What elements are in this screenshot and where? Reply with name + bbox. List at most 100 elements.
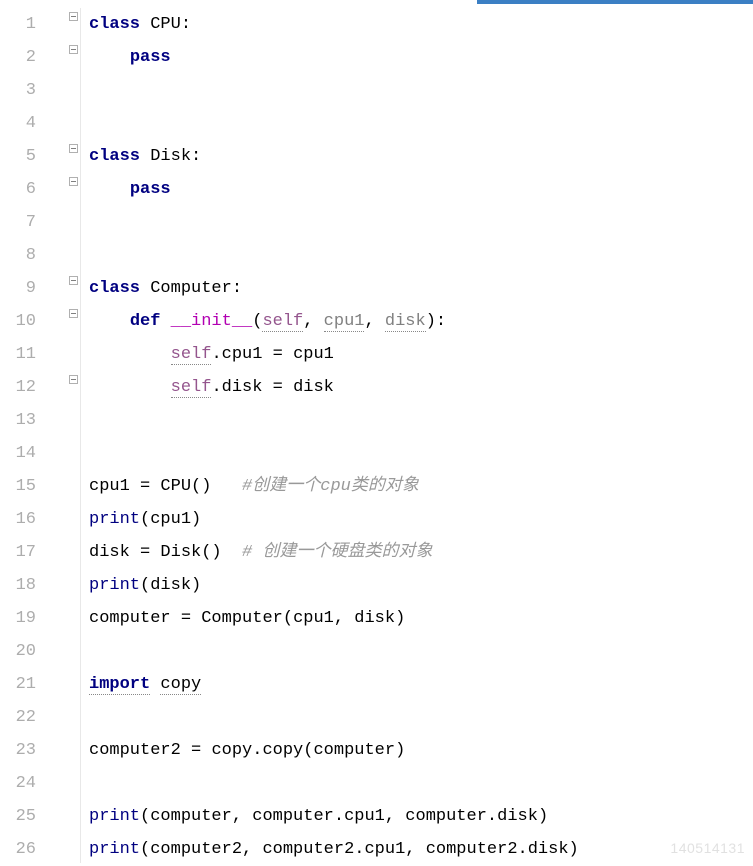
- line-number[interactable]: 19: [0, 602, 50, 635]
- code-area[interactable]: class CPU: pass class Disk: pass class C…: [81, 8, 753, 863]
- argument: disk: [354, 609, 395, 628]
- line-number[interactable]: 22: [0, 701, 50, 734]
- code-line[interactable]: [89, 767, 753, 800]
- code-line[interactable]: [89, 701, 753, 734]
- function-ref: copy: [262, 741, 303, 760]
- dot: .: [252, 741, 262, 760]
- equals: =: [262, 345, 293, 364]
- code-line[interactable]: cpu1 = CPU() #创建一个cpu类的对象: [89, 470, 753, 503]
- variable: computer: [89, 609, 171, 628]
- line-number[interactable]: 5: [0, 140, 50, 173]
- code-line[interactable]: print(cpu1): [89, 503, 753, 536]
- code-line[interactable]: self.cpu1 = cpu1: [89, 338, 753, 371]
- comma: ,: [364, 312, 384, 331]
- fold-toggle-icon[interactable]: [69, 276, 78, 285]
- argument: disk: [150, 576, 191, 595]
- class-name: CPU: [150, 15, 181, 34]
- line-number[interactable]: 7: [0, 206, 50, 239]
- code-line[interactable]: computer2 = copy.copy(computer): [89, 734, 753, 767]
- fold-gutter[interactable]: [51, 8, 81, 863]
- code-line[interactable]: print(disk): [89, 569, 753, 602]
- class-ref: Computer: [201, 609, 283, 628]
- line-number[interactable]: 4: [0, 107, 50, 140]
- spacing: [150, 675, 160, 694]
- fold-toggle-icon[interactable]: [69, 12, 78, 21]
- dot: .: [518, 840, 528, 859]
- line-number[interactable]: 6: [0, 173, 50, 206]
- line-number[interactable]: 1: [0, 8, 50, 41]
- code-line[interactable]: import copy: [89, 668, 753, 701]
- obj-ref: computer2: [426, 840, 518, 859]
- line-number[interactable]: 11: [0, 338, 50, 371]
- line-number[interactable]: 16: [0, 503, 50, 536]
- builtin-print: print: [89, 510, 140, 529]
- keyword-pass: pass: [130, 48, 171, 67]
- line-number[interactable]: 8: [0, 239, 50, 272]
- line-number[interactable]: 13: [0, 404, 50, 437]
- code-line[interactable]: disk = Disk() # 创建一个硬盘类的对象: [89, 536, 753, 569]
- fold-toggle-icon[interactable]: [69, 45, 78, 54]
- top-progress-bar: [477, 0, 753, 4]
- code-line[interactable]: class Computer:: [89, 272, 753, 305]
- line-number[interactable]: 26: [0, 833, 50, 866]
- code-line[interactable]: [89, 635, 753, 668]
- line-number[interactable]: 14: [0, 437, 50, 470]
- line-number[interactable]: 23: [0, 734, 50, 767]
- variable: computer2: [89, 741, 181, 760]
- line-number[interactable]: 25: [0, 800, 50, 833]
- code-line[interactable]: class Disk:: [89, 140, 753, 173]
- code-line[interactable]: [89, 404, 753, 437]
- class-name: Disk: [150, 147, 191, 166]
- colon: :: [191, 147, 201, 166]
- comment: # 创建一个硬盘类的对象: [242, 543, 432, 562]
- comma: ,: [303, 312, 323, 331]
- line-number[interactable]: 12: [0, 371, 50, 404]
- line-number[interactable]: 10: [0, 305, 50, 338]
- code-line[interactable]: pass: [89, 173, 753, 206]
- code-line[interactable]: [89, 239, 753, 272]
- line-number[interactable]: 2: [0, 41, 50, 74]
- class-ref: Disk: [160, 543, 201, 562]
- builtin-print: print: [89, 576, 140, 595]
- dot: .: [487, 807, 497, 826]
- line-number[interactable]: 24: [0, 767, 50, 800]
- code-line[interactable]: [89, 107, 753, 140]
- argument: computer: [150, 807, 232, 826]
- fold-toggle-icon[interactable]: [69, 375, 78, 384]
- line-number-gutter[interactable]: 1 2 3 4 5 6 7 8 9 10 11 12 13 14 15 16 1…: [0, 8, 51, 863]
- code-line[interactable]: class CPU:: [89, 8, 753, 41]
- code-line[interactable]: [89, 206, 753, 239]
- line-number[interactable]: 17: [0, 536, 50, 569]
- code-line[interactable]: print(computer2, computer2.cpu1, compute…: [89, 833, 753, 866]
- line-number[interactable]: 21: [0, 668, 50, 701]
- fold-toggle-icon[interactable]: [69, 177, 78, 186]
- line-number[interactable]: 9: [0, 272, 50, 305]
- rparen: ): [191, 510, 201, 529]
- line-number[interactable]: 18: [0, 569, 50, 602]
- code-line[interactable]: [89, 437, 753, 470]
- code-line[interactable]: computer = Computer(cpu1, disk): [89, 602, 753, 635]
- self-reference: self: [171, 345, 212, 365]
- indent: [89, 312, 130, 331]
- line-number[interactable]: 15: [0, 470, 50, 503]
- self-reference: self: [171, 378, 212, 398]
- fold-toggle-icon[interactable]: [69, 144, 78, 153]
- comma: ,: [405, 840, 425, 859]
- param: cpu1: [324, 312, 365, 332]
- dot: .: [334, 807, 344, 826]
- code-line[interactable]: print(computer, computer.cpu1, computer.…: [89, 800, 753, 833]
- code-line[interactable]: pass: [89, 41, 753, 74]
- code-line[interactable]: [89, 74, 753, 107]
- lparen: (: [252, 312, 262, 331]
- keyword-class: class: [89, 15, 140, 34]
- code-line[interactable]: def __init__(self, cpu1, disk):: [89, 305, 753, 338]
- code-line[interactable]: self.disk = disk: [89, 371, 753, 404]
- line-number[interactable]: 3: [0, 74, 50, 107]
- dot: .: [211, 345, 221, 364]
- variable: cpu1: [293, 345, 334, 364]
- line-number[interactable]: 20: [0, 635, 50, 668]
- fold-toggle-icon[interactable]: [69, 309, 78, 318]
- dot: .: [354, 840, 364, 859]
- dunder-init: __init__: [171, 312, 253, 331]
- comma: ,: [232, 807, 252, 826]
